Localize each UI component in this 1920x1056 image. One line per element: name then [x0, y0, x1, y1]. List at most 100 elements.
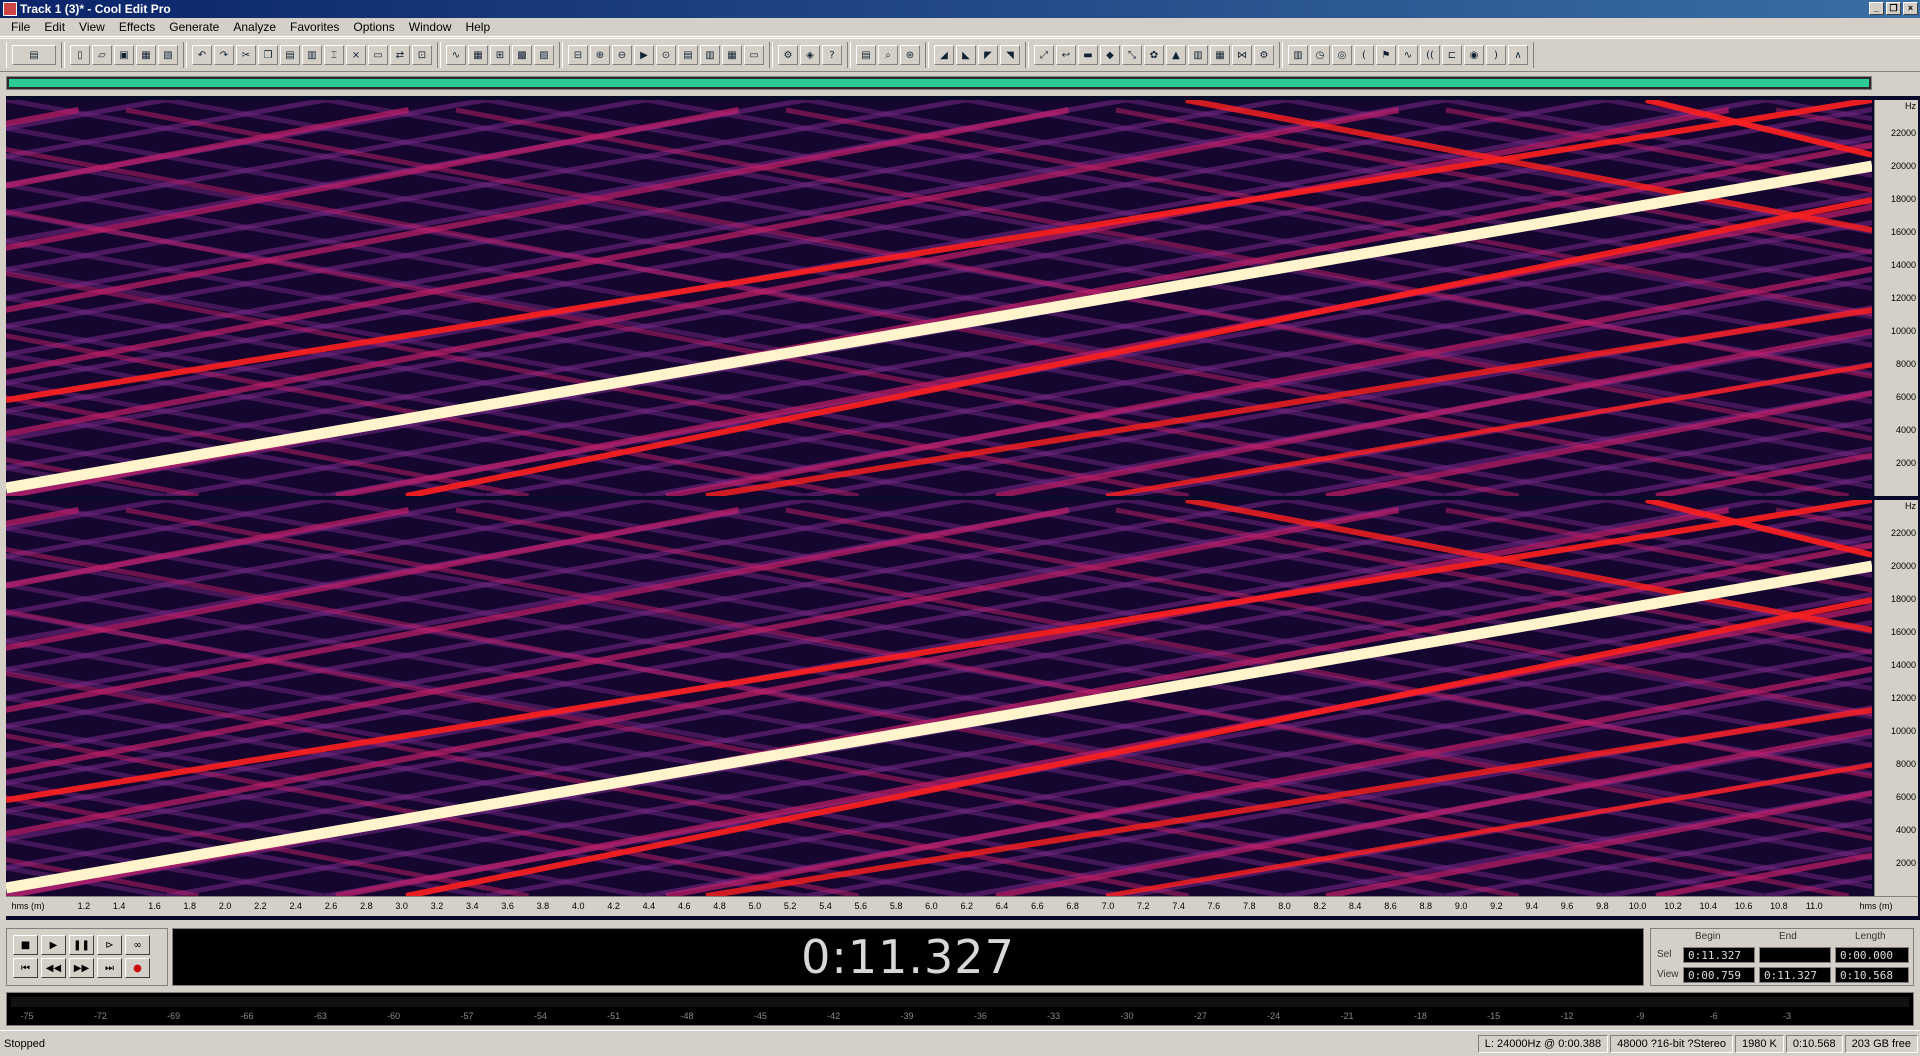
waveform-overview-bar[interactable] [6, 76, 1872, 90]
filter-icon[interactable]: ▲ [1166, 45, 1186, 65]
sel-length-field[interactable]: 0:00.000 [1835, 947, 1909, 963]
waveform-view-icon[interactable]: ∿ [446, 45, 466, 65]
menu-view[interactable]: View [72, 20, 112, 34]
multitrack-toggle-icon[interactable]: ▤ [12, 45, 56, 65]
spectrum-icon[interactable]: ▥ [1288, 45, 1308, 65]
normalize-icon[interactable]: ⤢ [1034, 45, 1054, 65]
find-icon[interactable]: ⌕ [878, 45, 898, 65]
settings-icon[interactable]: ⚙ [778, 45, 798, 65]
zoom-out-icon[interactable]: ⊖ [612, 45, 632, 65]
silence-icon[interactable]: ▭ [368, 45, 388, 65]
menu-favorites[interactable]: Favorites [283, 20, 346, 34]
view-length-field[interactable]: 0:10.568 [1835, 967, 1909, 983]
menu-window[interactable]: Window [402, 20, 459, 34]
spectral-view-icon[interactable]: ▦ [468, 45, 488, 65]
graphic-eq-icon[interactable]: ▥ [1188, 45, 1208, 65]
fade-in-icon[interactable]: ◤ [978, 45, 998, 65]
dynamics-icon[interactable]: ◆ [1100, 45, 1120, 65]
delete-icon[interactable]: ⨯ [346, 45, 366, 65]
flanger-icon[interactable]: ⊏ [1442, 45, 1462, 65]
new-file-icon[interactable]: ▯ [70, 45, 90, 65]
chorus-icon[interactable]: (( [1420, 45, 1440, 65]
menu-file[interactable]: File [4, 20, 37, 34]
transport-controls: ■ ▶ ❚❚ ⊳ ∞ ⏮ ◀◀ ▶▶ ⏭ ● [6, 928, 168, 986]
menu-effects[interactable]: Effects [112, 20, 162, 34]
invert-icon[interactable]: ▬ [1078, 45, 1098, 65]
stop-button[interactable]: ■ [13, 935, 38, 955]
trim-icon[interactable]: ⌶ [324, 45, 344, 65]
overview-view-range[interactable] [9, 79, 1869, 87]
zoom-in-icon[interactable]: ⊕ [590, 45, 610, 65]
undo-icon[interactable]: ↶ [192, 45, 212, 65]
paste-icon[interactable]: ▤ [280, 45, 300, 65]
menu-help[interactable]: Help [458, 20, 497, 34]
zoom-full-icon[interactable]: ⊟ [568, 45, 588, 65]
panorama-icon[interactable]: ▦ [1210, 45, 1230, 65]
sel-end-field[interactable] [1759, 947, 1831, 963]
menu-edit[interactable]: Edit [37, 20, 72, 34]
info-icon[interactable]: ▦ [722, 45, 742, 65]
envelope-icon[interactable]: ◣ [956, 45, 976, 65]
time-tick-label: 9.8 [1596, 901, 1609, 911]
play-preview-icon[interactable]: ▶ [634, 45, 654, 65]
delay-icon[interactable]: ⋈ [1232, 45, 1252, 65]
sel-begin-field[interactable]: 0:11.327 [1683, 947, 1755, 963]
menu-generate[interactable]: Generate [162, 20, 226, 34]
reverse-icon[interactable]: ↩ [1056, 45, 1076, 65]
modulation-icon[interactable]: ) [1486, 45, 1506, 65]
save-icon[interactable]: ▣ [114, 45, 134, 65]
redo-icon[interactable]: ↷ [214, 45, 234, 65]
echo-icon[interactable]: ⚙ [1254, 45, 1274, 65]
find-beats-icon[interactable]: ⊛ [900, 45, 920, 65]
select-icon[interactable]: ⊡ [412, 45, 432, 65]
view-begin-field[interactable]: 0:00.759 [1683, 967, 1755, 983]
copy-icon[interactable]: ❐ [258, 45, 278, 65]
help-icon[interactable]: ? [822, 45, 842, 65]
sine-icon[interactable]: ∿ [1398, 45, 1418, 65]
menu-analyze[interactable]: Analyze [226, 20, 283, 34]
menu-options[interactable]: Options [346, 20, 401, 34]
close-button[interactable]: × [1903, 2, 1918, 15]
wave-icon[interactable]: ( [1354, 45, 1374, 65]
mix-paste-icon[interactable]: ▥ [302, 45, 322, 65]
play-button[interactable]: ▶ [41, 935, 66, 955]
timer-icon[interactable]: ◷ [1310, 45, 1330, 65]
go-to-end-button[interactable]: ⏭ [97, 958, 122, 978]
cut-icon[interactable]: ✂ [236, 45, 256, 65]
grid-icon[interactable]: ▩ [512, 45, 532, 65]
zoom-selection-icon[interactable]: ⊙ [656, 45, 676, 65]
pause-button[interactable]: ❚❚ [69, 935, 94, 955]
tone-icon[interactable]: ◎ [1332, 45, 1352, 65]
open-file-icon[interactable]: ▱ [92, 45, 112, 65]
snap-icon[interactable]: ⊞ [490, 45, 510, 65]
pitch-icon[interactable]: ∧ [1508, 45, 1528, 65]
close-file-icon[interactable]: ▧ [158, 45, 178, 65]
flag-icon[interactable]: ⚑ [1376, 45, 1396, 65]
view-end-field[interactable]: 0:11.327 [1759, 967, 1831, 983]
noise-reduction-icon[interactable]: ✿ [1144, 45, 1164, 65]
rewind-button[interactable]: ◀◀ [41, 958, 66, 978]
fast-forward-button[interactable]: ▶▶ [69, 958, 94, 978]
restore-button[interactable]: ❐ [1886, 2, 1901, 15]
minimize-button[interactable]: _ [1869, 2, 1884, 15]
loop-button[interactable]: ∞ [125, 935, 150, 955]
toolbar-group-analyze: ▤ ⌕ ⊛ [850, 42, 926, 68]
amplify-icon[interactable]: ◢ [934, 45, 954, 65]
cue-icon[interactable]: ▨ [534, 45, 554, 65]
meter-icon[interactable]: ▥ [700, 45, 720, 65]
go-to-start-button[interactable]: ⏮ [13, 958, 38, 978]
fade-out-icon[interactable]: ◥ [1000, 45, 1020, 65]
reverb-icon[interactable]: ◉ [1464, 45, 1484, 65]
marker-icon[interactable]: ◈ [800, 45, 820, 65]
stretch-icon[interactable]: ⤡ [1122, 45, 1142, 65]
time-ruler[interactable]: hms (m) hms (m) 1.2 1.4 1.6 1.8 2.0 2.2 2.4 2.6… [6, 896, 1918, 916]
spectral-channel-left[interactable] [6, 100, 1872, 496]
frequency-analysis-icon[interactable]: ▤ [856, 45, 876, 65]
record-button[interactable]: ● [125, 958, 150, 978]
save-as-icon[interactable]: ▦ [136, 45, 156, 65]
spectral-channel-right[interactable] [6, 500, 1872, 896]
panel-icon[interactable]: ▭ [744, 45, 764, 65]
sample-rate-icon[interactable]: ▤ [678, 45, 698, 65]
play-to-end-button[interactable]: ⊳ [97, 935, 122, 955]
convert-icon[interactable]: ⇄ [390, 45, 410, 65]
